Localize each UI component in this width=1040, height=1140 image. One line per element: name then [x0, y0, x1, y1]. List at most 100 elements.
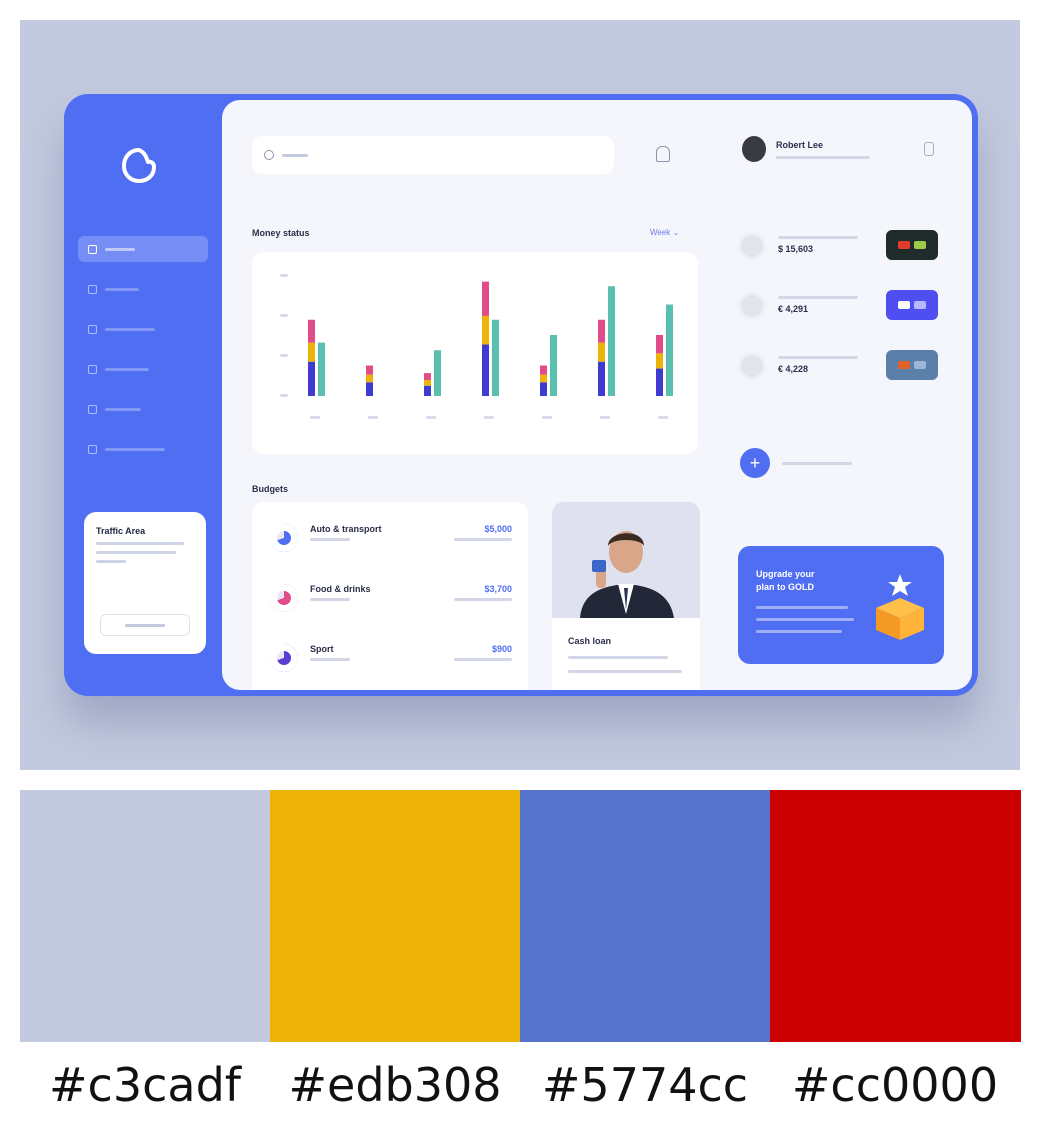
budget-item[interactable]: Auto & transport $5,000: [270, 520, 520, 560]
sidebar-item-label: [105, 327, 155, 331]
swatch-4: [770, 790, 1021, 1042]
sidebar-item-label: [105, 247, 135, 251]
home-icon: [88, 244, 97, 254]
loan-text: [568, 656, 668, 659]
swatch-1: [20, 790, 271, 1042]
budget-subtext: [310, 538, 350, 541]
sidebar-item-label: [105, 447, 165, 451]
bar-segment: [308, 361, 315, 396]
budget-amount: $3,700: [484, 584, 512, 594]
money-status-chart: [252, 252, 698, 454]
period-dropdown[interactable]: Week ⌄: [650, 228, 679, 237]
bar-segment: [540, 365, 547, 375]
avatar[interactable]: [742, 136, 766, 162]
budget-subtext: [454, 658, 512, 661]
bar-segment: [540, 382, 547, 396]
account-row[interactable]: € 4,291: [738, 290, 948, 328]
search-input[interactable]: [252, 136, 614, 174]
bar: [434, 350, 441, 396]
bar-segment: [540, 374, 547, 383]
bar: [608, 286, 615, 396]
sidebar-item-settings[interactable]: [78, 436, 208, 462]
account-amount: € 4,291: [778, 304, 809, 314]
account-label: [778, 236, 858, 239]
account-label: [778, 296, 858, 299]
gift-box-icon: [876, 574, 924, 640]
profile-subtitle: [776, 156, 870, 159]
sidebar: Traffic Area: [64, 94, 224, 696]
sidebar-item-label: [105, 287, 139, 291]
x-tick: [310, 416, 320, 419]
upgrade-title-line: plan to GOLD: [756, 582, 814, 592]
transfer-icon: [88, 364, 97, 374]
y-tick: [280, 394, 288, 397]
account-row[interactable]: $ 15,603: [738, 230, 948, 268]
dashboard-preview: Traffic Area Money status Week ⌄ Budgets: [20, 20, 1020, 770]
user-icon: [88, 404, 97, 414]
businessman-photo: [552, 502, 700, 618]
budget-name: Sport: [310, 644, 334, 654]
sidebar-item-wallet[interactable]: [78, 276, 208, 302]
bar: [666, 304, 673, 396]
profile-name: Robert Lee: [776, 140, 824, 150]
upgrade-title: Upgrade your plan to GOLD: [756, 568, 815, 594]
sidebar-item-home[interactable]: [78, 236, 208, 262]
swatch-label: #c3cadf: [49, 1058, 241, 1112]
bar-segment: [656, 353, 663, 369]
promo-text: [96, 560, 126, 563]
credit-card-icon: [886, 230, 938, 260]
upgrade-text: [756, 606, 848, 609]
sidebar-item-transfers[interactable]: [78, 356, 208, 382]
promo-card: Traffic Area: [84, 512, 206, 654]
sidebar-item-analytics[interactable]: [78, 316, 208, 342]
chart-icon: [88, 324, 97, 334]
bell-icon[interactable]: [656, 146, 670, 162]
bar: [492, 319, 499, 396]
bar-segment: [656, 335, 663, 354]
budget-item[interactable]: Sport $900: [270, 640, 520, 680]
swatch-2: [270, 790, 521, 1042]
bar-segment: [482, 344, 489, 396]
wallet-icon: [88, 284, 97, 294]
bar-segment: [308, 342, 315, 362]
cash-loan-card[interactable]: Cash loan: [552, 502, 700, 690]
bar: [550, 335, 557, 396]
promo-button[interactable]: [100, 614, 190, 636]
budget-amount: $900: [491, 644, 512, 654]
budget-subtext: [454, 538, 512, 541]
budget-item[interactable]: Food & drinks $3,700: [270, 580, 520, 620]
credit-card-icon: [886, 290, 938, 320]
budget-subtext: [310, 598, 350, 601]
bar-segment: [482, 281, 489, 316]
money-status-title: Money status: [252, 228, 310, 238]
budget-ring-icon: [270, 584, 298, 612]
add-account-button[interactable]: +: [740, 448, 770, 478]
bar-segment: [366, 382, 373, 396]
x-tick: [542, 416, 552, 419]
search-placeholder: [282, 153, 308, 157]
bar-chart: [280, 274, 673, 419]
bar-segment: [424, 379, 431, 386]
dashboard-frame: Traffic Area Money status Week ⌄ Budgets: [64, 94, 978, 696]
sidebar-nav: [78, 236, 208, 476]
bar-segment: [424, 373, 431, 380]
bar-segment: [366, 374, 373, 383]
upgrade-title-line: Upgrade your: [756, 569, 815, 579]
add-account-label: [782, 462, 852, 465]
budget-amount: $5,000: [484, 524, 512, 534]
swatch-3: [520, 790, 771, 1042]
settings-icon: [88, 444, 97, 454]
account-row[interactable]: € 4,228: [738, 350, 948, 388]
upgrade-card[interactable]: Upgrade your plan to GOLD: [738, 546, 944, 664]
swatch-label: #5774cc: [541, 1058, 749, 1112]
coin-icon: [738, 352, 766, 380]
loan-text: [568, 670, 682, 673]
bar-segment: [308, 319, 315, 343]
menu-icon[interactable]: [924, 142, 934, 156]
x-tick: [658, 416, 668, 419]
upgrade-text: [756, 618, 854, 621]
x-tick: [484, 416, 494, 419]
sidebar-item-contacts[interactable]: [78, 396, 208, 422]
swatch-label: #cc0000: [791, 1058, 999, 1112]
bar-segment: [598, 319, 605, 343]
